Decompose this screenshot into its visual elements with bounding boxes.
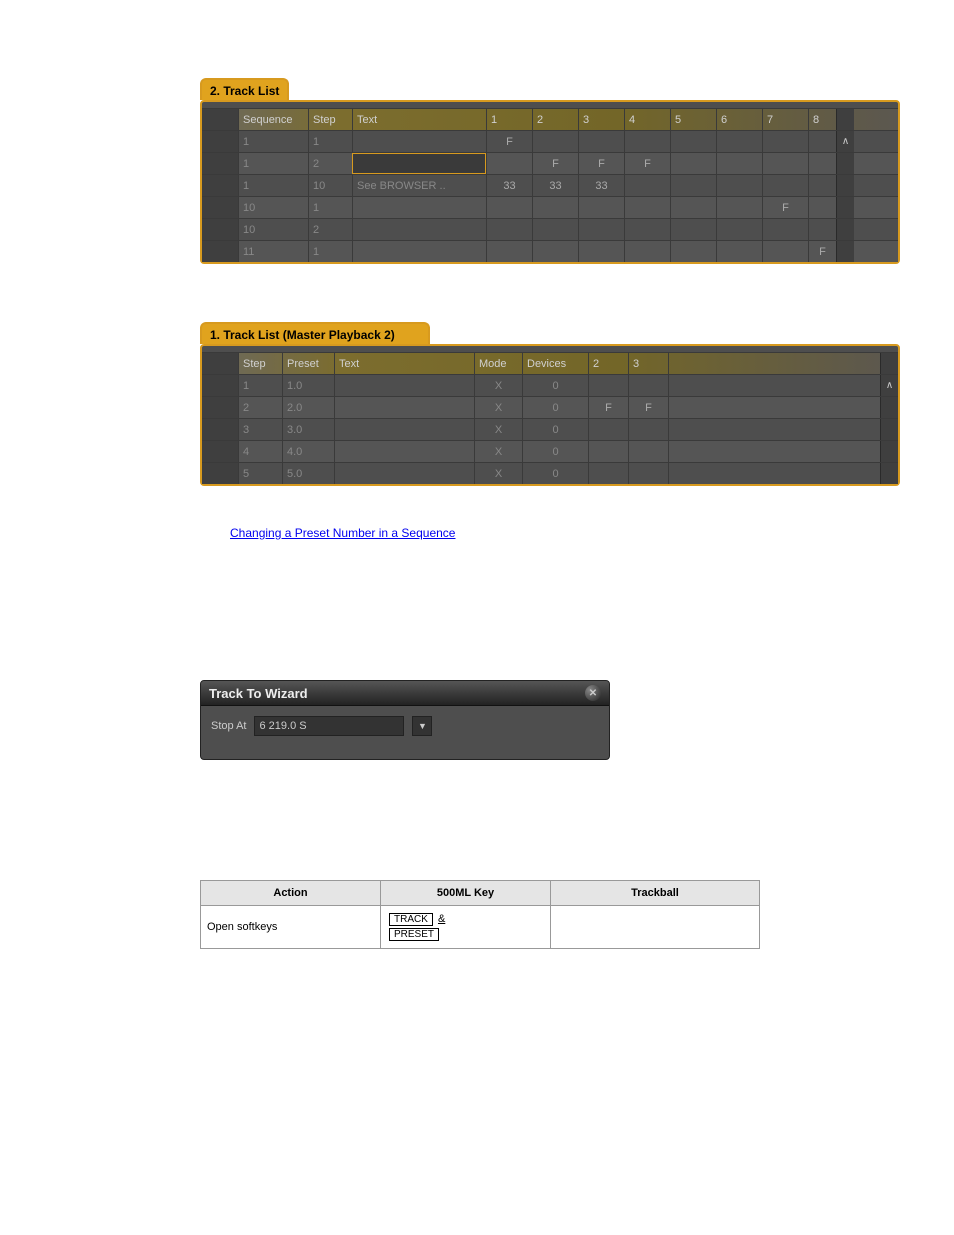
scrollbar-track[interactable]: [836, 175, 854, 196]
drag-handle[interactable]: [202, 153, 238, 174]
drag-handle[interactable]: [202, 131, 238, 152]
track-list-table: Sequence Step Text 1 2 3 4 5 6 7 8 1 1 F: [202, 108, 898, 262]
table-row[interactable]: 5 5.0 X 0: [202, 462, 898, 484]
drag-handle[interactable]: [202, 419, 238, 440]
stop-at-label: Stop At: [211, 720, 246, 732]
col-trackball: Trackball: [551, 881, 760, 906]
scrollbar-track[interactable]: [836, 219, 854, 240]
panel-tab[interactable]: 1. Track List (Master Playback 2): [200, 322, 430, 344]
col-3[interactable]: 3: [628, 353, 668, 374]
table-row[interactable]: 4 4.0 X 0: [202, 440, 898, 462]
table-row[interactable]: 1 1 F ∧: [202, 130, 898, 152]
table-row[interactable]: 10 1 F: [202, 196, 898, 218]
table-row[interactable]: 2 2.0 X 0 F F: [202, 396, 898, 418]
table-header-row: Action 500ML Key Trackball: [201, 881, 760, 906]
wizard-titlebar[interactable]: Track To Wizard ✕: [201, 681, 609, 706]
table-row: Open softkeys TRACK & PRESET: [201, 906, 760, 949]
close-icon[interactable]: ✕: [585, 685, 601, 701]
key-and: &: [438, 913, 445, 925]
col-text[interactable]: Text: [334, 353, 474, 374]
col-6[interactable]: 6: [716, 109, 762, 130]
wizard-title-text: Track To Wizard: [209, 686, 308, 701]
key-preset: PRESET: [389, 928, 439, 941]
table-row[interactable]: 10 2: [202, 218, 898, 240]
table-row[interactable]: 1 2 F F F: [202, 152, 898, 174]
drag-handle[interactable]: [202, 175, 238, 196]
scroll-up-icon[interactable]: ∧: [836, 131, 854, 152]
drag-handle[interactable]: [202, 463, 238, 484]
col-text[interactable]: Text: [352, 109, 486, 130]
scrollbar-track[interactable]: [880, 441, 898, 462]
track-list-panel-2: 2. Track List Sequence Step Text 1 2 3 4…: [200, 100, 900, 264]
col-devices[interactable]: Devices: [522, 353, 588, 374]
key-track: TRACK: [389, 913, 433, 926]
scrollbar-track[interactable]: [836, 197, 854, 218]
keys-cell: TRACK & PRESET: [381, 906, 551, 949]
action-cell: Open softkeys: [201, 906, 381, 949]
drag-handle[interactable]: [202, 197, 238, 218]
col-500ml-key: 500ML Key: [381, 881, 551, 906]
drag-col: [202, 353, 238, 374]
scrollbar-track[interactable]: [880, 463, 898, 484]
col-2[interactable]: 2: [532, 109, 578, 130]
scrollbar-track[interactable]: [880, 397, 898, 418]
panel-tab[interactable]: 2. Track List: [200, 78, 289, 100]
table-row[interactable]: 3 3.0 X 0: [202, 418, 898, 440]
col-preset[interactable]: Preset: [282, 353, 334, 374]
scrollbar-track[interactable]: [836, 241, 854, 262]
col-sequence[interactable]: Sequence: [238, 109, 308, 130]
col-5[interactable]: 5: [670, 109, 716, 130]
dropdown-icon[interactable]: ▼: [412, 716, 432, 736]
col-1[interactable]: 1: [486, 109, 532, 130]
drag-col: [202, 109, 238, 130]
track-list-panel-1: 1. Track List (Master Playback 2) Step P…: [200, 344, 900, 486]
table-row[interactable]: 11 1 F: [202, 240, 898, 262]
col-7[interactable]: 7: [762, 109, 808, 130]
table-row[interactable]: 1 10 See BROWSER .. 33 33 33: [202, 174, 898, 196]
scrollbar-track[interactable]: [880, 419, 898, 440]
drag-handle[interactable]: [202, 375, 238, 396]
drag-handle[interactable]: [202, 441, 238, 462]
scrollbar-track[interactable]: [836, 153, 854, 174]
col-step[interactable]: Step: [238, 353, 282, 374]
table-row[interactable]: 1 1.0 X 0 ∧: [202, 374, 898, 396]
master-playback-table: Step Preset Text Mode Devices 2 3 1 1.0 …: [202, 352, 898, 484]
stop-at-input[interactable]: 6 219.0 S: [254, 716, 404, 736]
drag-handle[interactable]: [202, 241, 238, 262]
col-2[interactable]: 2: [588, 353, 628, 374]
col-4[interactable]: 4: [624, 109, 670, 130]
col-step[interactable]: Step: [308, 109, 352, 130]
col-mode[interactable]: Mode: [474, 353, 522, 374]
track-to-wizard-dialog: Track To Wizard ✕ Stop At 6 219.0 S ▼: [200, 680, 610, 760]
scrollbar-cell: [880, 353, 898, 374]
drag-handle[interactable]: [202, 219, 238, 240]
changing-preset-link[interactable]: Changing a Preset Number in a Sequence: [230, 526, 455, 540]
table-header-row: Step Preset Text Mode Devices 2 3: [202, 352, 898, 374]
table-header-row: Sequence Step Text 1 2 3 4 5 6 7 8: [202, 108, 898, 130]
scroll-up-icon[interactable]: ∧: [880, 375, 898, 396]
drag-handle[interactable]: [202, 397, 238, 418]
shortcut-table: Action 500ML Key Trackball Open softkeys…: [200, 880, 760, 949]
trackball-cell: [551, 906, 760, 949]
col-3[interactable]: 3: [578, 109, 624, 130]
scrollbar-cell: [836, 109, 854, 130]
col-8[interactable]: 8: [808, 109, 836, 130]
col-action: Action: [201, 881, 381, 906]
